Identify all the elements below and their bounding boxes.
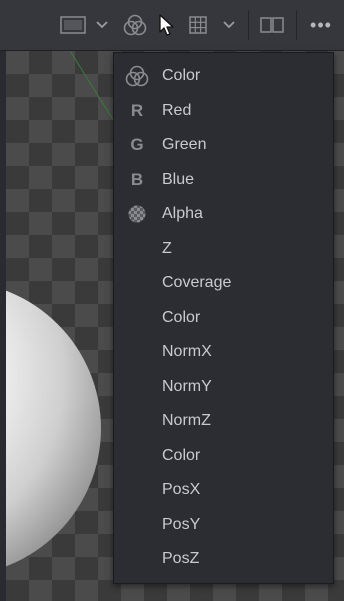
menu-item-label: NormZ <box>162 412 211 429</box>
menu-item-posx[interactable]: PosX <box>114 473 333 507</box>
toolbar-divider <box>248 10 249 40</box>
menu-item-normy[interactable]: NormY <box>114 370 333 404</box>
red-channel-icon: R <box>130 101 144 120</box>
menu-item-label: Color <box>162 67 201 84</box>
alpha-checker-icon <box>124 201 150 227</box>
menu-item-label: Color <box>162 447 201 464</box>
split-view-icon[interactable] <box>256 0 288 50</box>
menu-item-posy[interactable]: PosY <box>114 508 333 542</box>
menu-item-coverage[interactable]: Coverage <box>114 266 333 300</box>
menu-item-label: PosY <box>162 516 201 533</box>
channel-menu: Color R Red G Green B Blue Alpha Z Cover… <box>113 52 334 584</box>
menu-item-label: PosZ <box>162 550 200 567</box>
menu-item-z[interactable]: Z <box>114 232 333 266</box>
menu-item-color-3[interactable]: Color <box>114 439 333 473</box>
menu-item-color-2[interactable]: Color <box>114 301 333 335</box>
viewer-toolbar: ••• <box>0 0 344 51</box>
menu-item-label: Z <box>162 240 172 257</box>
viewer-lut-icon[interactable] <box>56 0 90 50</box>
channel-rgb-icon[interactable] <box>120 0 150 50</box>
grid-icon[interactable] <box>184 0 212 50</box>
rendered-sphere <box>6 281 101 576</box>
menu-item-label: Blue <box>162 171 195 188</box>
mouse-cursor-icon <box>154 0 178 50</box>
menu-item-red[interactable]: R Red <box>114 94 333 128</box>
menu-item-label: PosX <box>162 481 201 498</box>
menu-item-alpha[interactable]: Alpha <box>114 197 333 231</box>
menu-item-normz[interactable]: NormZ <box>114 404 333 438</box>
menu-item-posz[interactable]: PosZ <box>114 542 333 576</box>
menu-item-label: Coverage <box>162 274 232 291</box>
menu-item-green[interactable]: G Green <box>114 128 333 162</box>
grid-dropdown-chevron-icon[interactable] <box>218 0 240 50</box>
more-options-icon[interactable]: ••• <box>304 0 338 50</box>
menu-item-normx[interactable]: NormX <box>114 335 333 369</box>
menu-item-label: Alpha <box>162 205 203 222</box>
toolbar-divider <box>296 10 297 40</box>
menu-item-blue[interactable]: B Blue <box>114 163 333 197</box>
lut-dropdown-chevron-icon[interactable] <box>92 0 112 50</box>
menu-item-label: Color <box>162 309 201 326</box>
menu-item-label: Green <box>162 136 207 153</box>
green-channel-icon: G <box>130 135 144 154</box>
menu-item-label: NormX <box>162 343 212 360</box>
rgb-circles-icon <box>124 63 150 89</box>
blue-channel-icon: B <box>130 170 144 189</box>
menu-item-label: Red <box>162 102 192 119</box>
menu-item-color[interactable]: Color <box>114 59 333 93</box>
menu-item-label: NormY <box>162 378 212 395</box>
